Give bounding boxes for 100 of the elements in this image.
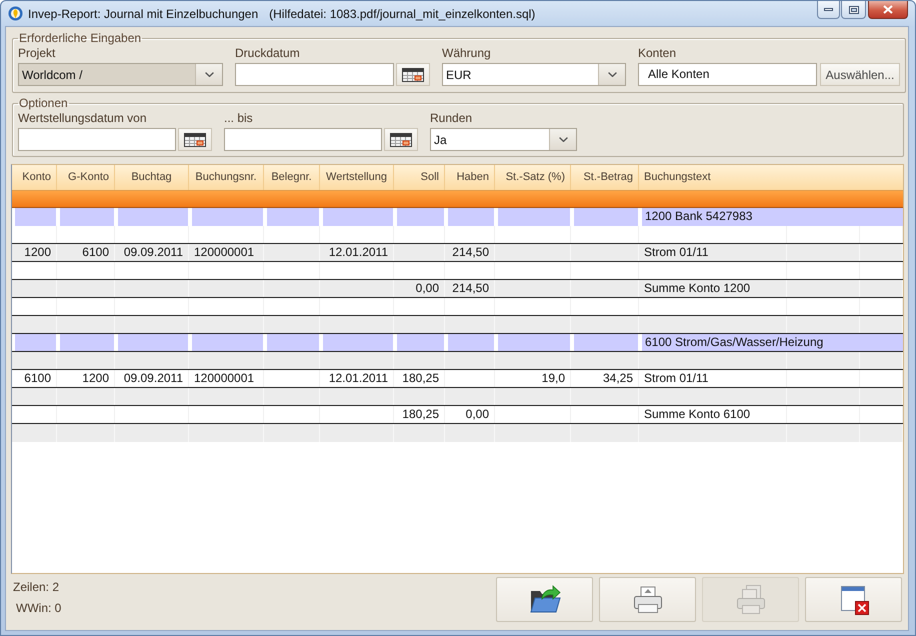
date-field[interactable]: [18, 128, 176, 151]
table-cell: 09.09.2011: [115, 370, 189, 387]
chevron-down-icon: [558, 137, 568, 142]
table-cell: 34,25: [571, 370, 639, 387]
group-cell: [60, 334, 114, 351]
column-header[interactable]: Belegnr.: [264, 165, 320, 190]
group-cell: 1200 Bank 5427983: [642, 208, 903, 226]
table-row[interactable]: [12, 298, 903, 316]
calendar-button[interactable]: [178, 128, 212, 151]
calendar-icon: [402, 68, 424, 82]
column-header[interactable]: Buchungsnr.: [189, 165, 264, 190]
table-cell: 6100: [12, 370, 57, 387]
chevron-down-icon: [608, 72, 616, 77]
close-icon: [883, 5, 893, 14]
group-cell: [192, 208, 263, 226]
calendar-icon: [390, 132, 412, 146]
maximize-icon: [848, 6, 858, 14]
field-label: Druckdatum: [235, 46, 301, 60]
table-cell: 120000001: [189, 370, 264, 387]
table-cell: Summe Konto 1200: [639, 280, 787, 297]
column-header[interactable]: Buchtag: [115, 165, 189, 190]
field-label: Wertstellungsdatum von: [18, 111, 148, 125]
group-cell: 6100 Strom/Gas/Wasser/Heizung: [642, 334, 903, 351]
table-row[interactable]: 6100 Strom/Gas/Wasser/Heizung: [12, 334, 903, 352]
dropdown[interactable]: EUR: [442, 63, 626, 86]
status-text: WWin: 0: [16, 601, 62, 615]
column-header[interactable]: St.-Satz (%): [495, 165, 571, 190]
group-cell: [448, 334, 494, 351]
table-row[interactable]: 1200 6100 09.09.2011 120000001 12.01.2011 214,50 Strom 01/11: [12, 244, 903, 262]
dropdown[interactable]: Ja: [430, 128, 577, 151]
dropdown-button[interactable]: [195, 64, 222, 85]
window-subtitle: (Hilfedatei: 1083.pdf/journal_mit_einzelkonten.sql): [269, 6, 536, 20]
group-cell: [397, 208, 444, 226]
export-button[interactable]: [496, 577, 593, 622]
minimize-icon: [824, 8, 833, 11]
column-header[interactable]: G-Konto: [57, 165, 115, 190]
close-window-button[interactable]: [868, 1, 908, 19]
column-header[interactable]: Wertstellung: [320, 165, 394, 190]
group-cell: [323, 334, 393, 351]
column-header[interactable]: Haben: [445, 165, 495, 190]
folder-arrow-icon: [528, 584, 560, 616]
group-cell: [15, 334, 56, 351]
group-cell: [267, 334, 319, 351]
group-cell: [498, 334, 570, 351]
table-row[interactable]: [12, 316, 903, 334]
group-legend: Erforderliche Eingaben: [18, 31, 142, 45]
column-header[interactable]: Konto: [12, 165, 57, 190]
dropdown[interactable]: Worldcom /: [18, 63, 223, 86]
window-title: Invep-Report: Journal mit Einzelbuchungen: [28, 6, 258, 20]
group-cell: [60, 208, 114, 226]
status-text: Zeilen: 2: [13, 580, 60, 594]
table-cell: 1200: [12, 244, 57, 261]
group-cell: [574, 334, 638, 351]
field-label: Runden: [430, 111, 474, 125]
print-button[interactable]: [599, 577, 696, 622]
group-cell: [498, 208, 570, 226]
group-cell: [118, 208, 188, 226]
table-cell: 214,50: [445, 244, 495, 261]
text-field[interactable]: Alle Konten: [638, 63, 817, 86]
column-header[interactable]: Soll: [394, 165, 445, 190]
calendar-button[interactable]: [384, 128, 418, 151]
table-cell: Strom 01/11: [639, 370, 787, 387]
maximize-button[interactable]: [841, 1, 866, 19]
table-row[interactable]: [12, 226, 903, 244]
table-cell: Summe Konto 6100: [639, 406, 787, 423]
field-label: Projekt: [18, 46, 56, 60]
field-label: Konten: [638, 46, 678, 60]
table-row[interactable]: 1200 Bank 5427983: [12, 208, 903, 226]
select-button[interactable]: Auswählen...: [820, 63, 900, 86]
group-cell: [448, 208, 494, 226]
table-cell: 1200: [57, 370, 115, 387]
table-cell: 19,0: [495, 370, 571, 387]
table-cell: 180,25: [394, 370, 445, 387]
table-cell: 12.01.2011: [320, 244, 394, 261]
field-label: ... bis: [224, 111, 254, 125]
dropdown-button[interactable]: [549, 129, 576, 150]
field-label: Währung: [442, 46, 492, 60]
table-cell: 120000001: [189, 244, 264, 261]
calendar-icon: [184, 132, 206, 146]
table-row[interactable]: 0,00 214,50 Summe Konto 1200: [12, 280, 903, 298]
table-row[interactable]: [12, 388, 903, 406]
table-cell: Strom 01/11: [639, 244, 787, 261]
minimize-button[interactable]: [817, 1, 840, 19]
calendar-button[interactable]: [396, 63, 430, 86]
table-cell: 0,00: [394, 280, 445, 297]
table-row[interactable]: 6100 1200 09.09.2011 120000001 12.01.2011 180,25 19,0 34,25 Strom 01/11: [12, 370, 903, 388]
table-row[interactable]: [12, 262, 903, 280]
table-row[interactable]: [12, 352, 903, 370]
group-cell: [192, 334, 263, 351]
group-cell: [397, 334, 444, 351]
date-field[interactable]: [224, 128, 382, 151]
table-cell: 180,25: [394, 406, 445, 423]
column-header[interactable]: Buchungstext: [639, 165, 903, 190]
group-cell: [323, 208, 393, 226]
table-cell: 12.01.2011: [320, 370, 394, 387]
dropdown-button[interactable]: [598, 64, 625, 85]
table-row[interactable]: 180,25 0,00 Summe Konto 6100: [12, 406, 903, 424]
close-button[interactable]: [805, 577, 902, 622]
column-header[interactable]: St.-Betrag: [571, 165, 639, 190]
date-field[interactable]: [235, 63, 394, 86]
